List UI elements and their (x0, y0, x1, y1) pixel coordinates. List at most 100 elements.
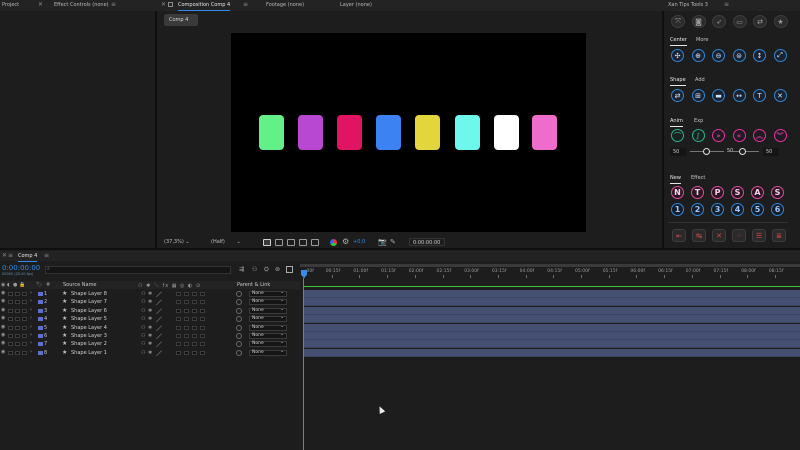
arrow-down-icon[interactable]: ︾ (773, 129, 787, 142)
collapse-switch-icon[interactable]: ✱ (148, 350, 152, 356)
tab-exp[interactable]: Exp (694, 118, 703, 124)
shy-switch-icon[interactable]: ⚇ (141, 308, 145, 314)
tab-layer[interactable]: Layer (none) (340, 2, 372, 8)
collapse-switch-icon[interactable]: ✱ (148, 325, 152, 331)
tab-project[interactable]: Project (2, 2, 19, 8)
shy-switch-icon[interactable]: ⚇ (141, 299, 145, 305)
label-color-box[interactable] (38, 317, 43, 322)
new-layer-letter-6[interactable]: S (771, 186, 784, 199)
star-icon[interactable]: ★ (773, 15, 788, 28)
tab-effect-controls[interactable]: Effect Controls (none) (54, 2, 109, 8)
parent-dropdown[interactable]: None ⌄ (249, 324, 287, 331)
layer-duration-bar[interactable] (303, 315, 800, 324)
col-source-name[interactable]: Source Name (63, 282, 97, 288)
3d-layer-switch[interactable] (200, 292, 205, 296)
lock-switch[interactable] (22, 325, 27, 330)
pick-whip-icon[interactable] (236, 316, 242, 323)
exposure-value[interactable]: +0,0 (353, 239, 365, 245)
ease-curve-icon[interactable]: ∫ (691, 129, 705, 142)
close-icon[interactable]: ✕ (161, 1, 166, 8)
close-icon[interactable]: ✕ (2, 252, 7, 259)
collapse-switch-icon[interactable]: ✱ (148, 299, 152, 305)
pick-whip-icon[interactable] (236, 299, 242, 306)
swap-icon[interactable]: ⇄ (753, 15, 767, 28)
motion-blur-switch[interactable] (184, 292, 189, 296)
region-of-interest-icon[interactable] (263, 239, 271, 246)
layer-duration-bar[interactable] (303, 332, 800, 340)
snapshot-icon[interactable]: ✎ (390, 238, 396, 246)
shy-switch-icon[interactable]: ⚇ (141, 350, 145, 356)
visibility-eye-icon[interactable]: ◉ (1, 290, 5, 296)
color-channel-icon[interactable] (330, 239, 337, 246)
layer-row[interactable]: ◉ › 8 ★ Shape Layer 1 ⚇ ✱ ／ None ⌄ (0, 348, 800, 358)
mask-toggle-icon[interactable] (287, 239, 295, 246)
tab-add[interactable]: Add (695, 77, 705, 83)
audio-switch[interactable] (8, 308, 13, 313)
align-vertical-icon[interactable]: ↕ (753, 49, 766, 62)
solo-switch[interactable] (15, 300, 20, 305)
graph-editor-icon[interactable] (286, 266, 293, 273)
lock-switch[interactable] (22, 317, 27, 322)
expand-chevron-icon[interactable]: › (30, 324, 32, 330)
solo-switch[interactable] (15, 317, 20, 322)
solo-switch[interactable] (15, 292, 20, 296)
visibility-eye-icon[interactable]: ◉ (1, 315, 5, 321)
expand-chevron-icon[interactable]: › (30, 307, 32, 313)
lock-icon[interactable] (168, 2, 173, 7)
layer-row[interactable]: ◉ › 4 ★ Shape Layer 5 ⚇ ✱ ／ None ⌄ (0, 315, 800, 324)
layer-name[interactable]: Shape Layer 3 (71, 333, 107, 339)
effect-switch[interactable] (176, 308, 181, 313)
adjustment-switch[interactable] (192, 342, 197, 347)
folder-icon[interactable]: ▭ (732, 15, 747, 28)
layer-name[interactable]: Shape Layer 6 (71, 308, 107, 314)
tab-new[interactable]: New (670, 175, 681, 184)
label-color-box[interactable] (38, 300, 43, 305)
effect-switch[interactable] (176, 292, 181, 296)
pick-whip-icon[interactable] (236, 307, 242, 314)
effect-switch[interactable] (176, 350, 181, 355)
preset-number-1[interactable]: 1 (671, 203, 684, 216)
new-layer-letter-5[interactable]: A (751, 186, 764, 199)
camera-icon[interactable]: 📷 (378, 238, 387, 246)
solo-switch[interactable] (15, 334, 20, 338)
arrow-up-icon[interactable]: ︽ (753, 129, 766, 142)
panel-divider[interactable] (0, 248, 800, 250)
tab-center[interactable]: Center (670, 37, 687, 46)
3d-layer-switch[interactable] (200, 342, 205, 347)
lock-switch[interactable] (22, 292, 27, 296)
lock-switch[interactable] (22, 350, 27, 355)
parent-dropdown[interactable]: None ⌄ (249, 299, 287, 306)
viewer-timecode[interactable]: 0:00:00:00 (409, 238, 445, 246)
lock-switch[interactable] (22, 308, 27, 313)
3d-layer-switch[interactable] (200, 350, 205, 355)
motion-blur-switch[interactable] (184, 334, 189, 338)
gear-icon[interactable]: ⚙ (342, 237, 349, 246)
layer-name[interactable]: Shape Layer 1 (71, 350, 107, 356)
preset-number-4[interactable]: 4 (731, 203, 744, 216)
parent-dropdown[interactable]: None ⌄ (249, 290, 287, 297)
layer-name[interactable]: Shape Layer 7 (71, 299, 107, 305)
label-color-box[interactable] (38, 334, 43, 338)
adjustment-switch[interactable] (192, 334, 197, 338)
shy-layers-icon[interactable]: ⛭ (264, 266, 269, 274)
parent-dropdown[interactable]: None ⌄ (249, 349, 287, 356)
audio-switch[interactable] (8, 334, 13, 338)
3d-layer-switch[interactable] (200, 317, 205, 322)
rocket-icon[interactable]: ➶ (712, 15, 726, 28)
collapse-switch-icon[interactable]: ✱ (148, 341, 152, 347)
adjustment-switch[interactable] (192, 317, 197, 322)
expand-chevron-icon[interactable]: › (30, 349, 32, 355)
transparency-grid-icon[interactable] (275, 239, 283, 246)
slider-knob-2[interactable] (739, 148, 746, 155)
arrow-right-icon[interactable]: » (712, 129, 725, 142)
visibility-eye-icon[interactable]: ◉ (1, 298, 5, 304)
solo-switch[interactable] (15, 308, 20, 313)
preset-number-6[interactable]: 6 (771, 203, 784, 216)
new-layer-letter-3[interactable]: P (711, 186, 724, 199)
audio-switch[interactable] (8, 342, 13, 347)
center-horizontal-icon[interactable]: ⊜ (732, 49, 746, 62)
3d-layer-switch[interactable] (200, 308, 205, 313)
label-color-box[interactable] (38, 325, 43, 330)
timeline-timecode[interactable]: 0:00:00:00 (2, 264, 40, 272)
solo-switch[interactable] (15, 342, 20, 347)
